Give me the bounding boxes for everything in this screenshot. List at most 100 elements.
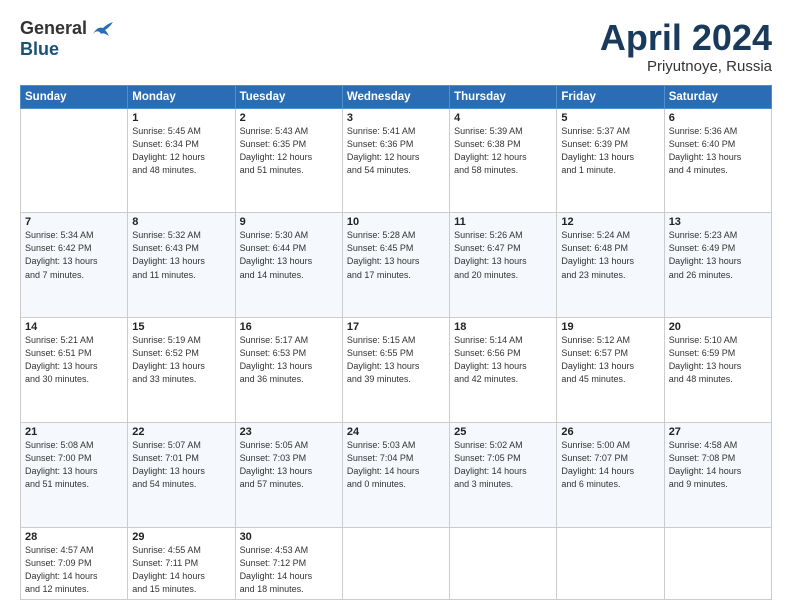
calendar-day-cell [664,527,771,599]
day-info: Sunrise: 5:12 AM Sunset: 6:57 PM Dayligh… [561,334,659,386]
day-number: 13 [669,216,767,228]
calendar-day-cell: 25Sunrise: 5:02 AM Sunset: 7:05 PM Dayli… [450,422,557,527]
calendar-day-cell [450,527,557,599]
day-number: 4 [454,112,552,124]
day-number: 21 [25,426,123,438]
calendar-day-cell: 28Sunrise: 4:57 AM Sunset: 7:09 PM Dayli… [21,527,128,599]
day-info: Sunrise: 4:55 AM Sunset: 7:11 PM Dayligh… [132,544,230,596]
day-info: Sunrise: 5:32 AM Sunset: 6:43 PM Dayligh… [132,229,230,281]
day-number: 30 [240,531,338,543]
day-info: Sunrise: 5:03 AM Sunset: 7:04 PM Dayligh… [347,439,445,491]
calendar-day-cell: 29Sunrise: 4:55 AM Sunset: 7:11 PM Dayli… [128,527,235,599]
day-info: Sunrise: 5:05 AM Sunset: 7:03 PM Dayligh… [240,439,338,491]
calendar-day-cell: 17Sunrise: 5:15 AM Sunset: 6:55 PM Dayli… [342,318,449,423]
calendar-header-row: SundayMondayTuesdayWednesdayThursdayFrid… [21,85,772,108]
day-number: 24 [347,426,445,438]
day-number: 5 [561,112,659,124]
day-number: 2 [240,112,338,124]
day-info: Sunrise: 5:28 AM Sunset: 6:45 PM Dayligh… [347,229,445,281]
header: General Blue April 2024 Priyutnoye, Russ… [20,18,772,75]
title-block: April 2024 Priyutnoye, Russia [600,18,772,75]
calendar-day-cell: 9Sunrise: 5:30 AM Sunset: 6:44 PM Daylig… [235,213,342,318]
logo-blue-text: Blue [20,39,59,60]
day-info: Sunrise: 5:36 AM Sunset: 6:40 PM Dayligh… [669,125,767,177]
day-number: 27 [669,426,767,438]
calendar-day-cell: 6Sunrise: 5:36 AM Sunset: 6:40 PM Daylig… [664,108,771,213]
day-info: Sunrise: 5:24 AM Sunset: 6:48 PM Dayligh… [561,229,659,281]
day-number: 10 [347,216,445,228]
calendar-day-header: Friday [557,85,664,108]
logo-bird-icon [91,20,113,38]
calendar-day-cell: 22Sunrise: 5:07 AM Sunset: 7:01 PM Dayli… [128,422,235,527]
day-info: Sunrise: 5:10 AM Sunset: 6:59 PM Dayligh… [669,334,767,386]
calendar-day-cell [557,527,664,599]
calendar-day-cell: 21Sunrise: 5:08 AM Sunset: 7:00 PM Dayli… [21,422,128,527]
day-number: 23 [240,426,338,438]
day-info: Sunrise: 5:17 AM Sunset: 6:53 PM Dayligh… [240,334,338,386]
day-info: Sunrise: 4:58 AM Sunset: 7:08 PM Dayligh… [669,439,767,491]
day-number: 22 [132,426,230,438]
calendar-table: SundayMondayTuesdayWednesdayThursdayFrid… [20,85,772,600]
calendar-day-cell: 7Sunrise: 5:34 AM Sunset: 6:42 PM Daylig… [21,213,128,318]
day-info: Sunrise: 5:21 AM Sunset: 6:51 PM Dayligh… [25,334,123,386]
day-info: Sunrise: 5:30 AM Sunset: 6:44 PM Dayligh… [240,229,338,281]
day-info: Sunrise: 4:57 AM Sunset: 7:09 PM Dayligh… [25,544,123,596]
day-number: 25 [454,426,552,438]
calendar-day-cell: 14Sunrise: 5:21 AM Sunset: 6:51 PM Dayli… [21,318,128,423]
calendar-day-header: Sunday [21,85,128,108]
calendar-day-cell: 15Sunrise: 5:19 AM Sunset: 6:52 PM Dayli… [128,318,235,423]
calendar-day-cell: 19Sunrise: 5:12 AM Sunset: 6:57 PM Dayli… [557,318,664,423]
calendar-week-row: 7Sunrise: 5:34 AM Sunset: 6:42 PM Daylig… [21,213,772,318]
day-number: 14 [25,321,123,333]
calendar-day-header: Wednesday [342,85,449,108]
day-number: 26 [561,426,659,438]
day-number: 1 [132,112,230,124]
day-info: Sunrise: 5:34 AM Sunset: 6:42 PM Dayligh… [25,229,123,281]
day-info: Sunrise: 4:53 AM Sunset: 7:12 PM Dayligh… [240,544,338,596]
day-info: Sunrise: 5:19 AM Sunset: 6:52 PM Dayligh… [132,334,230,386]
day-number: 18 [454,321,552,333]
day-info: Sunrise: 5:02 AM Sunset: 7:05 PM Dayligh… [454,439,552,491]
calendar-week-row: 1Sunrise: 5:45 AM Sunset: 6:34 PM Daylig… [21,108,772,213]
page: General Blue April 2024 Priyutnoye, Russ… [0,0,792,612]
month-title: April 2024 [600,18,772,58]
calendar-day-cell: 20Sunrise: 5:10 AM Sunset: 6:59 PM Dayli… [664,318,771,423]
day-number: 19 [561,321,659,333]
day-number: 9 [240,216,338,228]
calendar-day-cell: 3Sunrise: 5:41 AM Sunset: 6:36 PM Daylig… [342,108,449,213]
calendar-week-row: 28Sunrise: 4:57 AM Sunset: 7:09 PM Dayli… [21,527,772,599]
calendar-day-cell: 24Sunrise: 5:03 AM Sunset: 7:04 PM Dayli… [342,422,449,527]
day-number: 6 [669,112,767,124]
day-info: Sunrise: 5:41 AM Sunset: 6:36 PM Dayligh… [347,125,445,177]
day-number: 11 [454,216,552,228]
day-number: 28 [25,531,123,543]
calendar-day-cell: 26Sunrise: 5:00 AM Sunset: 7:07 PM Dayli… [557,422,664,527]
calendar-day-cell: 5Sunrise: 5:37 AM Sunset: 6:39 PM Daylig… [557,108,664,213]
day-info: Sunrise: 5:14 AM Sunset: 6:56 PM Dayligh… [454,334,552,386]
calendar-day-cell: 4Sunrise: 5:39 AM Sunset: 6:38 PM Daylig… [450,108,557,213]
day-number: 7 [25,216,123,228]
calendar-day-cell: 30Sunrise: 4:53 AM Sunset: 7:12 PM Dayli… [235,527,342,599]
calendar-day-cell: 8Sunrise: 5:32 AM Sunset: 6:43 PM Daylig… [128,213,235,318]
calendar-day-header: Saturday [664,85,771,108]
day-number: 3 [347,112,445,124]
calendar-day-cell: 18Sunrise: 5:14 AM Sunset: 6:56 PM Dayli… [450,318,557,423]
logo-general-text: General [20,18,87,39]
calendar-day-cell: 16Sunrise: 5:17 AM Sunset: 6:53 PM Dayli… [235,318,342,423]
calendar-day-cell: 27Sunrise: 4:58 AM Sunset: 7:08 PM Dayli… [664,422,771,527]
day-info: Sunrise: 5:08 AM Sunset: 7:00 PM Dayligh… [25,439,123,491]
day-info: Sunrise: 5:07 AM Sunset: 7:01 PM Dayligh… [132,439,230,491]
day-number: 12 [561,216,659,228]
calendar-week-row: 21Sunrise: 5:08 AM Sunset: 7:00 PM Dayli… [21,422,772,527]
calendar-week-row: 14Sunrise: 5:21 AM Sunset: 6:51 PM Dayli… [21,318,772,423]
calendar-day-header: Monday [128,85,235,108]
logo: General Blue [20,18,113,60]
day-info: Sunrise: 5:39 AM Sunset: 6:38 PM Dayligh… [454,125,552,177]
calendar-day-cell: 12Sunrise: 5:24 AM Sunset: 6:48 PM Dayli… [557,213,664,318]
day-info: Sunrise: 5:26 AM Sunset: 6:47 PM Dayligh… [454,229,552,281]
day-number: 8 [132,216,230,228]
calendar-day-cell: 10Sunrise: 5:28 AM Sunset: 6:45 PM Dayli… [342,213,449,318]
calendar-day-cell: 11Sunrise: 5:26 AM Sunset: 6:47 PM Dayli… [450,213,557,318]
calendar-day-cell: 1Sunrise: 5:45 AM Sunset: 6:34 PM Daylig… [128,108,235,213]
day-info: Sunrise: 5:00 AM Sunset: 7:07 PM Dayligh… [561,439,659,491]
